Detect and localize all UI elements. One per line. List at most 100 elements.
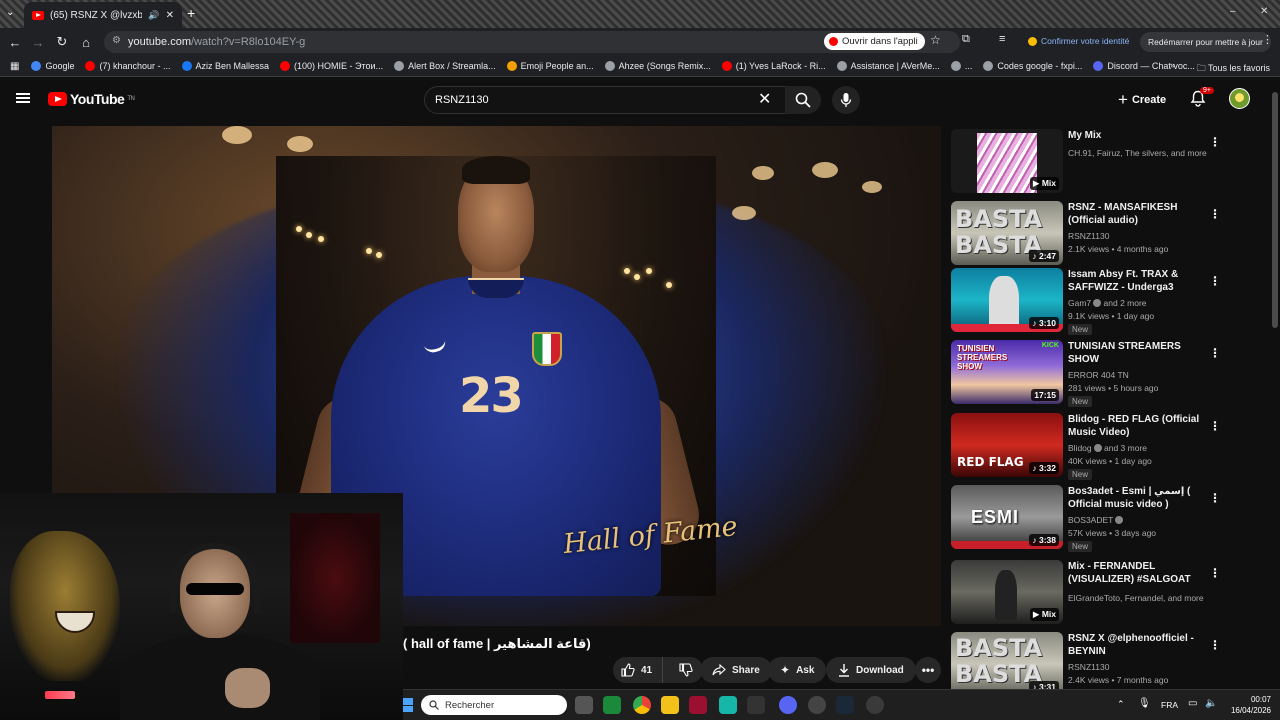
voice-search-button[interactable] [832, 86, 860, 114]
video-thumbnail[interactable]: BASTA BASTA ♪ 2:47 [951, 201, 1063, 265]
volume-icon[interactable]: 🔈 [1205, 698, 1217, 709]
bookmark-item[interactable]: (100) HOMIE - Этои... [280, 61, 383, 71]
reading-list-icon[interactable]: ≡ [999, 33, 1005, 45]
hamburger-menu-icon[interactable] [16, 93, 30, 103]
browser-menu-icon[interactable]: ⋮ [1262, 33, 1273, 46]
bookmark-item[interactable]: Alert Box / Streamla... [394, 61, 496, 71]
notifications-button[interactable]: 9+ [1190, 87, 1214, 112]
new-tab-plus-icon[interactable]: + [187, 5, 195, 21]
kebab-menu-icon[interactable]: ⋮ [1209, 566, 1221, 580]
open-in-app-button[interactable]: Ouvrir dans l'appli [824, 33, 925, 50]
account-avatar[interactable] [1229, 88, 1250, 109]
recommendation-title[interactable]: Bos3adet - Esmi | إسمي ( Official music … [1068, 485, 1206, 511]
kebab-menu-icon[interactable]: ⋮ [1209, 491, 1221, 505]
tab-list-chevron-icon[interactable]: ⌄ [6, 7, 14, 18]
video-thumbnail[interactable]: BASTA BASTA ♪ 3:31 [951, 632, 1063, 696]
more-actions-button[interactable]: ••• [915, 657, 941, 683]
bookmark-item[interactable]: Ahzee (Songs Remix... [604, 61, 711, 71]
bookmark-item[interactable]: (1) Yves LaRock - Ri... [721, 61, 826, 71]
dislike-button[interactable] [669, 657, 703, 683]
media-player-icon[interactable] [866, 696, 884, 714]
app-icon[interactable] [719, 696, 737, 714]
extensions-icon[interactable]: ⧉ [962, 33, 970, 46]
system-clock[interactable]: 00:07 16/04/2026 [1225, 694, 1271, 716]
recommendation-item[interactable]: ♪ 3:10 Issam Absy Ft. TRAX & SAFFWIZZ - … [951, 268, 1261, 335]
window-close-icon[interactable]: ✕ [1260, 6, 1268, 17]
create-button[interactable]: + Create [1118, 89, 1166, 111]
back-arrow-icon[interactable]: ← [3, 30, 27, 54]
like-button[interactable]: 41 [613, 657, 664, 683]
forward-arrow-icon[interactable]: → [26, 30, 50, 54]
recommendation-title[interactable]: RSNZ - MANSAFIKESH (Official audio) [1068, 201, 1206, 227]
confirm-identity-button[interactable]: Confirmer votre identité [1028, 36, 1129, 46]
microphone-tray-icon[interactable]: 🎙 [1138, 698, 1151, 709]
home-icon[interactable]: ⌂ [74, 30, 98, 54]
clear-search-icon[interactable]: ✕ [758, 89, 771, 109]
kebab-menu-icon[interactable]: ⋮ [1209, 207, 1221, 221]
share-button[interactable]: Share [700, 657, 772, 683]
video-thumbnail[interactable]: ESMI ♪ 3:38 [951, 485, 1063, 549]
kebab-menu-icon[interactable]: ⋮ [1209, 135, 1221, 149]
all-bookmarks-button[interactable]: 🗀 Tous les favoris [1197, 61, 1270, 77]
video-thumbnail[interactable]: ♪ 3:10 [951, 268, 1063, 332]
bookmark-item[interactable]: Aziz Ben Mallessa [181, 61, 269, 71]
ask-button[interactable]: ✦ Ask [768, 657, 827, 683]
steam-icon[interactable] [836, 696, 854, 714]
recommendation-title[interactable]: Blidog - RED FLAG (Official Music Video) [1068, 413, 1206, 439]
recommendation-item[interactable]: ▶ Mix Mix - FERNANDEL (VISUALIZER) #SALG… [951, 560, 1261, 626]
more-bookmarks-chevron-icon[interactable]: » [1170, 60, 1175, 70]
task-view-icon[interactable] [575, 696, 593, 714]
bookmark-item[interactable]: Discord — Chat voc... [1093, 61, 1195, 71]
bookmark-item[interactable]: Google [31, 61, 74, 71]
speaker-icon[interactable]: 🔊 [148, 10, 159, 21]
recommendation-title[interactable]: TUNISIAN STREAMERS SHOW (CHAFCHA/B10/ZAN… [1068, 340, 1206, 367]
input-language[interactable]: FRA [1161, 700, 1178, 710]
windows-start-icon[interactable] [403, 698, 413, 712]
tab-close-icon[interactable]: ✕ [166, 10, 174, 21]
network-icon[interactable]: ▭ [1188, 698, 1197, 709]
video-thumbnail[interactable]: TUNISIEN STREAMERS SHOW KICK 17:15 [951, 340, 1063, 404]
file-explorer-icon[interactable] [661, 696, 679, 714]
video-thumbnail[interactable]: ▶ Mix [951, 560, 1063, 624]
video-thumbnail[interactable]: RED FLAG ♪ 3:32 [951, 413, 1063, 477]
bookmark-item[interactable]: Emoji People an... [506, 61, 594, 71]
recommendation-title[interactable]: Issam Absy Ft. TRAX & SAFFWIZZ - Underga… [1068, 268, 1206, 295]
bookmark-star-icon[interactable]: ☆ [930, 33, 941, 47]
recommendation-title[interactable]: My Mix [1068, 129, 1206, 142]
bookmark-item[interactable]: Codes google - fxpi... [983, 61, 1082, 71]
bookmark-item[interactable]: Assistance | AVerMe... [836, 61, 940, 71]
browser-tab-active[interactable]: (65) RSNZ X @lvzxbeats11 🔊 ✕ [24, 2, 182, 28]
discord-icon[interactable] [779, 696, 797, 714]
chrome-icon[interactable] [633, 696, 651, 714]
video-thumbnail[interactable]: ▶ Mix [951, 129, 1063, 193]
recommendation-item[interactable]: RED FLAG ♪ 3:32 Blidog - RED FLAG (Offic… [951, 413, 1261, 480]
site-info-icon[interactable]: ⚙ [112, 35, 121, 46]
search-input[interactable]: RSNZ1130 [424, 86, 786, 114]
recommendation-item[interactable]: BASTA BASTA ♪ 2:47 RSNZ - MANSAFIKESH (O… [951, 201, 1261, 267]
adobe-app-icon[interactable] [689, 696, 707, 714]
kebab-menu-icon[interactable]: ⋮ [1209, 346, 1221, 360]
bookmark-item[interactable]: ... [950, 61, 972, 71]
app-icon[interactable] [747, 696, 765, 714]
tray-chevron-icon[interactable]: ⌃ [1117, 699, 1125, 710]
search-button[interactable] [785, 86, 821, 114]
download-button[interactable]: Download [826, 657, 916, 683]
minimize-icon[interactable]: – [1230, 6, 1236, 17]
taskbar-search-input[interactable]: Rechercher [421, 695, 567, 715]
recommendation-title[interactable]: Mix - FERNANDEL (VISUALIZER) #SALGOAT [1068, 560, 1206, 586]
reload-icon[interactable]: ↻ [50, 30, 74, 54]
recommendation-item[interactable]: ▶ Mix My Mix CH.91, Fairuz, The silvers,… [951, 129, 1261, 195]
apps-grid-icon[interactable]: ▦ [10, 61, 19, 72]
kebab-menu-icon[interactable]: ⋮ [1209, 419, 1221, 433]
recommendation-item[interactable]: TUNISIEN STREAMERS SHOW KICK 17:15 TUNIS… [951, 340, 1261, 407]
kebab-menu-icon[interactable]: ⋮ [1209, 638, 1221, 652]
kebab-menu-icon[interactable]: ⋮ [1209, 274, 1221, 288]
app-icon[interactable] [603, 696, 621, 714]
obs-icon[interactable] [808, 696, 826, 714]
youtube-logo[interactable]: YouTube TN [48, 91, 135, 107]
recommendation-title[interactable]: RSNZ X @elphenoofficiel - BEYNIN [1068, 632, 1206, 658]
bookmark-item[interactable]: (7) khanchour - ... [85, 61, 171, 71]
restart-update-button[interactable]: Redémarrer pour mettre à jour [1140, 32, 1271, 52]
recommendation-item[interactable]: ESMI ♪ 3:38 Bos3adet - Esmi | إسمي ( Off… [951, 485, 1261, 552]
page-scrollbar[interactable] [1272, 92, 1278, 328]
